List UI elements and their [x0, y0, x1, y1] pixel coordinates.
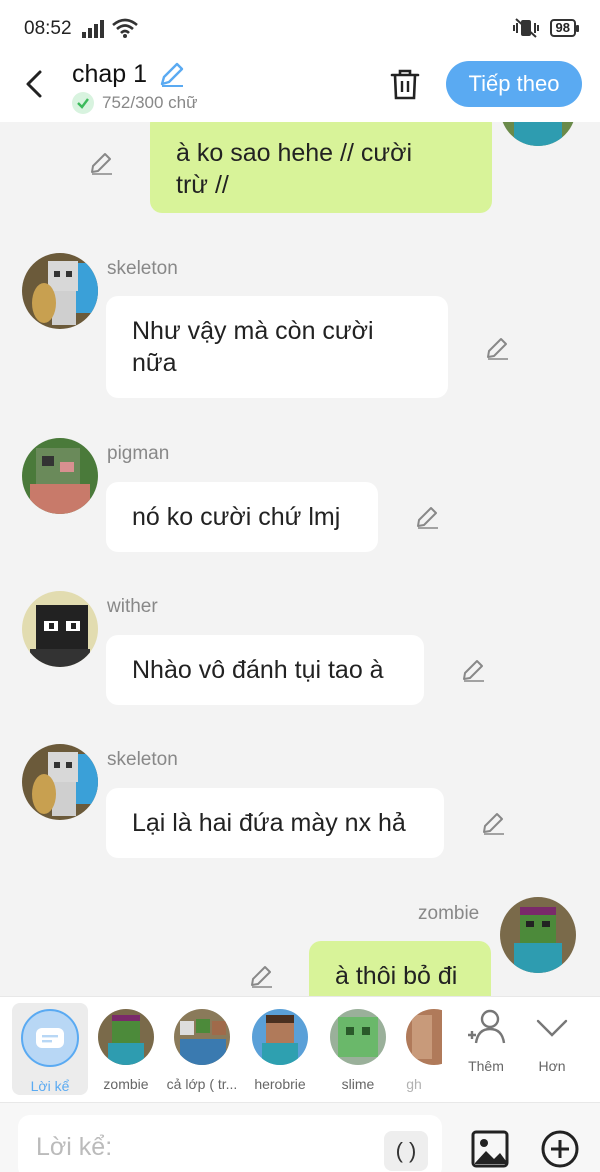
word-count: 752/300 chữ: [102, 93, 198, 112]
sender-name: skeleton: [107, 749, 178, 770]
back-arrow-icon[interactable]: [20, 66, 50, 102]
character-avatar: [98, 1009, 154, 1065]
add-character-button[interactable]: Thêm: [456, 1007, 516, 1074]
status-time: 08:52: [24, 18, 72, 39]
character-partial[interactable]: gh: [386, 1003, 442, 1092]
character-slime[interactable]: slime: [320, 1003, 396, 1092]
next-button[interactable]: Tiếp theo: [446, 61, 582, 107]
character-name: herobrie: [254, 1076, 306, 1092]
avatar-zombie-top[interactable]: [500, 122, 576, 146]
action-parentheses-button[interactable]: ( ): [384, 1131, 428, 1171]
character-herobrine[interactable]: herobrie: [242, 1003, 318, 1092]
avatar-wither[interactable]: [22, 591, 98, 667]
character-zombie[interactable]: zombie: [88, 1003, 164, 1092]
trash-icon[interactable]: [388, 66, 422, 102]
chapter-title: chap 1: [72, 59, 148, 88]
image-icon[interactable]: [470, 1129, 510, 1169]
character-name: slime: [341, 1076, 375, 1092]
sender-name: skeleton: [107, 258, 178, 279]
edit-message-icon[interactable]: [88, 150, 114, 176]
status-left-icons: [82, 18, 138, 38]
message-input[interactable]: [18, 1115, 442, 1172]
character-selector: Lời kể zombie cả lớp ( tr... herobrie sl…: [0, 996, 600, 1102]
character-class[interactable]: cả lớp ( tr...: [164, 1003, 240, 1092]
edit-title-icon[interactable]: [157, 59, 187, 89]
message-bubble[interactable]: Như vậy mà còn cười nữa: [106, 296, 448, 398]
battery-indicator: 98: [549, 19, 580, 37]
character-name: zombie: [103, 1076, 149, 1092]
narrator-option[interactable]: Lời kể: [12, 1003, 88, 1095]
avatar-skeleton[interactable]: [22, 744, 98, 820]
narrator-icon: [21, 1009, 79, 1067]
message-bubble[interactable]: à ko sao hehe // cười trừ //: [150, 122, 492, 213]
chat-area[interactable]: à ko sao hehe // cười trừ // skeleton Nh…: [0, 122, 600, 996]
chevron-down-icon: [536, 1019, 568, 1037]
avatar-zombie[interactable]: [500, 897, 576, 973]
signal-icon: [82, 20, 104, 38]
add-plus-icon[interactable]: [540, 1129, 580, 1169]
more-characters-label: Hơn: [538, 1058, 566, 1074]
check-icon: [72, 92, 94, 114]
edit-message-icon[interactable]: [460, 657, 486, 683]
avatar-pigman[interactable]: [22, 438, 98, 514]
narrator-label: Lời kể: [30, 1078, 70, 1094]
avatar-skeleton[interactable]: [22, 253, 98, 329]
edit-message-icon[interactable]: [248, 963, 274, 989]
edit-message-icon[interactable]: [484, 335, 510, 361]
message-bubble[interactable]: à thôi bỏ đi: [309, 941, 491, 996]
sender-name: zombie: [418, 903, 480, 924]
message-bubble[interactable]: Nhào vô đánh tụi tao à: [106, 635, 424, 705]
character-name: cả lớp ( tr...: [166, 1076, 238, 1092]
sender-name: wither: [107, 596, 158, 617]
edit-message-icon[interactable]: [414, 504, 440, 530]
add-character-label: Thêm: [468, 1058, 504, 1074]
wifi-icon: [112, 18, 138, 38]
character-avatar: [174, 1009, 230, 1065]
message-bubble[interactable]: Lại là hai đứa mày nx hả: [106, 788, 444, 858]
chapter-title-row: chap 1: [72, 59, 187, 89]
character-avatar: [406, 1009, 442, 1065]
word-count-row: 752/300 chữ: [72, 92, 198, 114]
more-characters-button[interactable]: Hơn: [522, 1007, 582, 1074]
status-right-icons: 98: [512, 18, 580, 38]
editor-header: chap 1 752/300 chữ Tiếp theo: [0, 56, 600, 122]
input-bar: ( ): [0, 1102, 600, 1172]
message-bubble[interactable]: nó ko cười chứ lmj: [106, 482, 378, 552]
sender-name: pigman: [107, 443, 170, 464]
character-avatar: [330, 1009, 386, 1065]
vibrate-mute-icon: [512, 18, 539, 38]
edit-message-icon[interactable]: [480, 810, 506, 836]
character-avatar: [252, 1009, 308, 1065]
add-person-icon: [468, 1009, 506, 1044]
status-bar: 08:52 98: [0, 0, 600, 56]
character-name: gh: [406, 1076, 422, 1092]
